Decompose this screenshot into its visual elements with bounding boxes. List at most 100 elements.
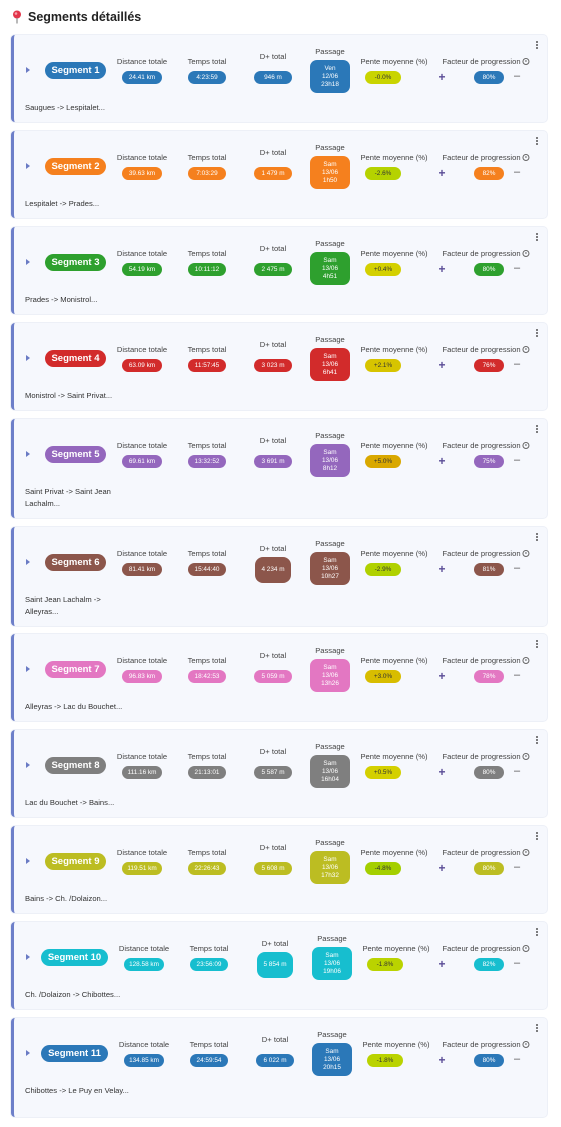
more-options-icon[interactable] [536, 41, 538, 50]
factor-value: 76% [474, 359, 504, 372]
more-options-icon[interactable] [536, 329, 538, 338]
info-icon[interactable] [522, 154, 530, 161]
expand-toggle-icon[interactable] [26, 1050, 30, 1056]
segment-name-button[interactable]: Segment 11 [41, 1045, 108, 1062]
factor-label: Facteur de progression [442, 345, 530, 354]
expand-toggle-icon[interactable] [26, 666, 30, 672]
more-options-icon[interactable] [536, 533, 538, 542]
info-icon[interactable] [522, 442, 530, 449]
elevation-value: 1 479 m [254, 167, 292, 180]
increase-factor-button[interactable]: + [438, 359, 445, 371]
decrease-factor-button[interactable]: – [514, 71, 520, 82]
factor-value: 80% [474, 1054, 504, 1067]
decrease-factor-button[interactable]: – [514, 1054, 520, 1065]
info-icon[interactable] [522, 1041, 530, 1048]
slope-label: Pente moyenne (%) [360, 549, 428, 558]
more-options-icon[interactable] [536, 832, 538, 841]
expand-toggle-icon[interactable] [26, 762, 30, 768]
info-icon[interactable] [522, 849, 530, 856]
time-value: 18:42:53 [188, 670, 226, 683]
expand-toggle-icon[interactable] [26, 858, 30, 864]
more-options-icon[interactable] [536, 233, 538, 242]
distance-value: 119.51 km [122, 862, 162, 875]
increase-factor-button[interactable]: + [438, 563, 445, 575]
more-options-icon[interactable] [536, 640, 538, 649]
slope-value: -4.8% [365, 862, 401, 875]
increase-factor-button[interactable]: + [438, 263, 445, 275]
decrease-factor-button[interactable]: – [514, 359, 520, 370]
passage-time: 6h41 [322, 368, 338, 376]
info-icon[interactable] [522, 550, 530, 557]
factor-value: 82% [474, 958, 504, 971]
elevation-value: 5 587 m [254, 766, 292, 779]
passage-label: Passage [315, 742, 345, 751]
segment-card: Segment 9 Distance totale 119.51 km Temp… [11, 826, 547, 913]
info-icon[interactable] [522, 250, 530, 257]
info-icon[interactable] [522, 657, 530, 664]
elevation-value: 946 m [254, 71, 292, 84]
segment-name-button[interactable]: Segment 9 [45, 853, 106, 870]
factor-value: 75% [474, 455, 504, 468]
decrease-factor-button[interactable]: – [514, 563, 520, 574]
segment-name-button[interactable]: Segment 10 [41, 949, 108, 966]
expand-toggle-icon[interactable] [26, 163, 30, 169]
more-options-icon[interactable] [536, 736, 538, 745]
increase-factor-button[interactable]: + [438, 455, 445, 467]
increase-factor-button[interactable]: + [438, 167, 445, 179]
info-icon[interactable] [522, 58, 530, 65]
segment-card: Segment 7 Distance totale 96.83 km Temps… [11, 634, 547, 721]
slope-value: -2.6% [365, 167, 401, 180]
more-options-icon[interactable] [536, 425, 538, 434]
info-icon[interactable] [522, 753, 530, 760]
expand-toggle-icon[interactable] [26, 451, 30, 457]
passage-day: Sam [325, 951, 339, 959]
segment-name-button[interactable]: Segment 4 [45, 350, 106, 367]
segment-name-button[interactable]: Segment 5 [45, 446, 106, 463]
passage-date: 13/06 [322, 456, 338, 464]
time-label: Temps total [187, 848, 227, 857]
expand-toggle-icon[interactable] [26, 559, 30, 565]
info-icon[interactable] [522, 945, 530, 952]
increase-factor-button[interactable]: + [438, 958, 445, 970]
increase-factor-button[interactable]: + [438, 766, 445, 778]
time-label: Temps total [189, 944, 229, 953]
passage-date: 13/06 [322, 564, 338, 572]
decrease-factor-button[interactable]: – [514, 670, 520, 681]
segment-name-button[interactable]: Segment 2 [45, 158, 106, 175]
decrease-factor-button[interactable]: – [514, 263, 520, 274]
segment-name-button[interactable]: Segment 6 [45, 554, 106, 571]
expand-toggle-icon[interactable] [26, 355, 30, 361]
factor-label: Facteur de progression [442, 441, 530, 450]
factor-label: Facteur de progression [442, 1040, 530, 1049]
factor-label: Facteur de progression [442, 249, 530, 258]
decrease-factor-button[interactable]: – [514, 862, 520, 873]
expand-toggle-icon[interactable] [26, 67, 30, 73]
decrease-factor-button[interactable]: – [514, 958, 520, 969]
increase-factor-button[interactable]: + [438, 862, 445, 874]
passage-date: 13/06 [322, 264, 338, 272]
expand-toggle-icon[interactable] [26, 259, 30, 265]
decrease-factor-button[interactable]: – [514, 455, 520, 466]
passage-date: 13/06 [322, 671, 338, 679]
time-label: Temps total [187, 752, 227, 761]
segment-name-button[interactable]: Segment 7 [45, 661, 106, 678]
segment-name-button[interactable]: Segment 8 [45, 757, 106, 774]
passage-day: Sam [323, 256, 337, 264]
segment-name-button[interactable]: Segment 1 [45, 62, 106, 79]
increase-factor-button[interactable]: + [438, 71, 445, 83]
expand-toggle-icon[interactable] [26, 954, 30, 960]
slope-label: Pente moyenne (%) [360, 153, 428, 162]
passage-label: Passage [315, 239, 345, 248]
decrease-factor-button[interactable]: – [514, 167, 520, 178]
more-options-icon[interactable] [536, 1024, 538, 1033]
segment-route: Bains -> Ch. /Dolaizon... [25, 894, 108, 903]
more-options-icon[interactable] [536, 928, 538, 937]
slope-value: -2.9% [365, 563, 401, 576]
distance-value: 96.83 km [122, 670, 162, 683]
segment-name-button[interactable]: Segment 3 [45, 254, 106, 271]
increase-factor-button[interactable]: + [438, 1054, 445, 1066]
increase-factor-button[interactable]: + [438, 670, 445, 682]
info-icon[interactable] [522, 346, 530, 353]
decrease-factor-button[interactable]: – [514, 766, 520, 777]
more-options-icon[interactable] [536, 137, 538, 146]
